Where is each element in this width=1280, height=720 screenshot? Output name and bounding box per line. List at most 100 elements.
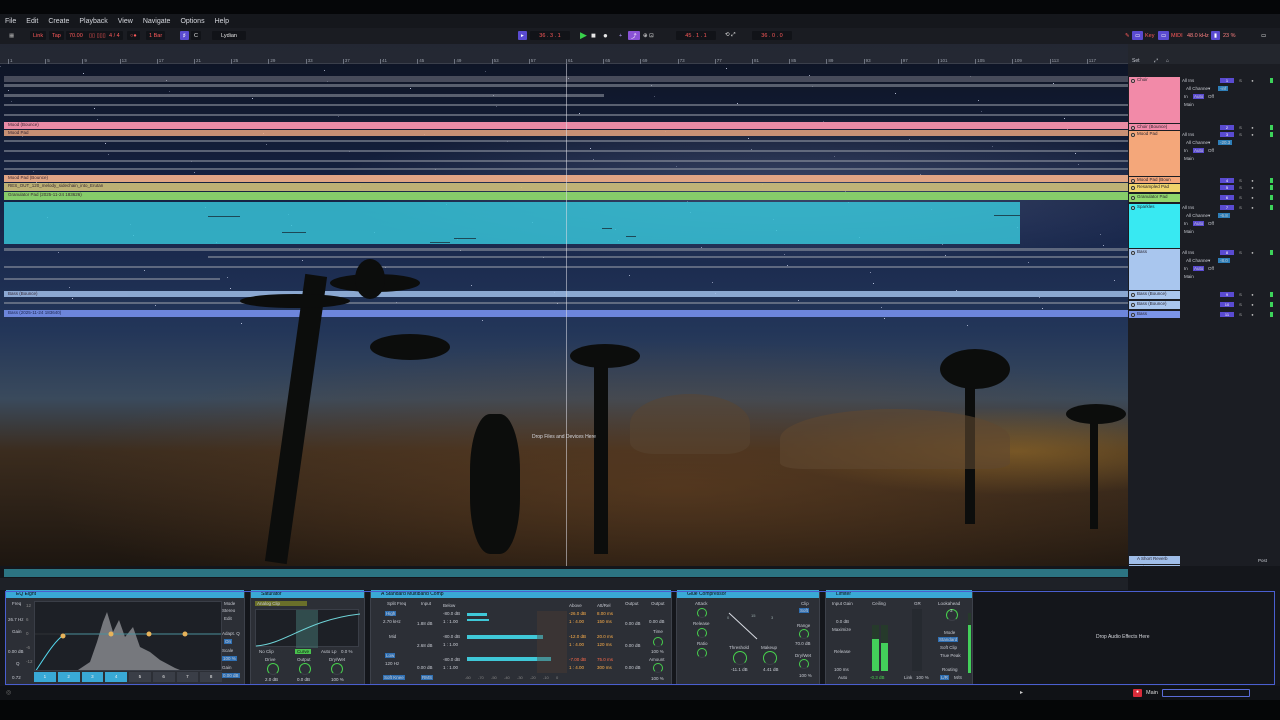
solo-s-label[interactable]: S (1236, 312, 1245, 317)
low-crossover[interactable]: 120 Hz (385, 661, 399, 666)
mid-above-threshold[interactable]: -12.0 dB (569, 634, 586, 639)
arrangement-view[interactable]: 1 5 9 13 17 21 25 29 33 37 41 45 49 53 57 61 65 69 73 77 81 8… (0, 44, 1128, 566)
cue-icon[interactable]: ● (1248, 132, 1257, 137)
midi-note[interactable] (454, 238, 476, 239)
input-type-menu[interactable]: All Ins (1182, 78, 1194, 83)
post-toggle[interactable]: Post (1258, 558, 1267, 563)
link-value[interactable]: 100 % (916, 675, 929, 680)
low-band-toggle[interactable]: Low (385, 653, 396, 658)
mid-below-threshold[interactable]: -80.0 dB (443, 634, 460, 639)
automation-arm-icon[interactable]: ⤴ (628, 31, 640, 40)
monitor-off[interactable]: Off (1208, 266, 1214, 271)
track-number[interactable]: 9 (1220, 292, 1234, 297)
mode-value[interactable]: Stereo (222, 608, 235, 613)
overdub-icon[interactable]: + (616, 31, 625, 40)
limiter-device[interactable]: Limiter Input Gain 0.0 dB Maximize Relea… (825, 590, 973, 685)
input-type-menu[interactable]: All Ins (1182, 132, 1194, 137)
mixer-track-7[interactable]: Bass (1129, 249, 1180, 290)
eq-band-1-toggle[interactable]: 1 (34, 672, 56, 682)
input-channel-menu[interactable]: All Channe▾ (1186, 258, 1210, 264)
multiband-compressor-device[interactable]: A Standard Multiband Comp Split Freq Inp… (370, 590, 672, 685)
loop-icon[interactable]: ⟲ ⤢ (722, 31, 739, 40)
set-label[interactable]: Set (1132, 58, 1140, 64)
high-below-ratio[interactable]: 1 : 1.00 (443, 619, 458, 624)
device-title[interactable]: Saturator (251, 590, 364, 598)
threshold-knob[interactable] (733, 651, 747, 665)
menu-options[interactable]: Options (175, 18, 209, 25)
eq-band-5-toggle[interactable]: 5 (129, 672, 151, 682)
input-channel-menu[interactable]: All Channe▾ (1186, 213, 1210, 219)
key-map-button[interactable]: Key (1142, 31, 1157, 40)
track-number[interactable]: 10 (1220, 302, 1234, 307)
link-button[interactable]: Link (30, 31, 47, 40)
low-attack[interactable]: 75.0 ms (597, 657, 613, 662)
eq-eight-device[interactable]: EQ Eight Freq 26.7 Hz Gain 0.00 dB Q 0.7… (5, 590, 245, 685)
low-above-threshold[interactable]: -7.00 dB (569, 657, 586, 662)
mode-standard[interactable]: Standard (938, 637, 959, 642)
output-menu[interactable]: Main (1184, 102, 1194, 107)
output-gain-value[interactable]: 0.00 dB (222, 673, 240, 678)
cue-icon[interactable]: ● (1248, 312, 1257, 317)
ratio-knob[interactable] (697, 648, 707, 658)
input-type-menu[interactable]: All Ins (1182, 205, 1194, 210)
monitor-off[interactable]: Off (1208, 94, 1214, 99)
volume-field[interactable]: -inf (1218, 86, 1229, 91)
track-activator-icon[interactable] (1131, 196, 1135, 200)
track-activator-icon[interactable] (1131, 293, 1135, 297)
menu-navigate[interactable]: Navigate (138, 18, 176, 25)
master-output[interactable]: 0.00 dB (649, 619, 665, 624)
menu-edit[interactable]: Edit (21, 18, 43, 25)
clip-mode[interactable]: No Clip (259, 649, 274, 654)
eq-band-6-toggle[interactable]: 6 (152, 672, 175, 682)
maximize-button[interactable]: Maximize (832, 627, 851, 632)
low-below-threshold[interactable]: -80.0 dB (443, 657, 460, 662)
time-signature[interactable]: 4 / 4 (106, 31, 123, 40)
resize-icon[interactable]: ⤢ (1154, 58, 1158, 64)
mixer-track-4[interactable]: Resampled Pad (1129, 184, 1180, 192)
eq-band-2-toggle[interactable]: 2 (57, 672, 80, 682)
cue-icon[interactable]: ● (1248, 250, 1257, 255)
solo-s-label[interactable]: S (1236, 302, 1245, 307)
mid-input-gain[interactable]: 2.68 dB (417, 643, 433, 648)
high-band-toggle[interactable]: High (385, 611, 397, 616)
solo-s-label[interactable]: S (1236, 78, 1245, 83)
color-curve-toggle[interactable]: Curve (295, 649, 312, 654)
pin-icon[interactable]: ⌂ (1166, 58, 1169, 64)
track-activator-icon[interactable] (1131, 251, 1135, 255)
scale-value[interactable]: 100 % (222, 656, 237, 661)
auto-release-toggle[interactable]: Auto (838, 675, 847, 680)
dry-wet-knob[interactable] (331, 663, 343, 675)
mixer-track-10[interactable]: Bass (1129, 311, 1180, 318)
high-input-gain[interactable]: 1.88 dB (417, 621, 433, 626)
solo-s-label[interactable]: S (1236, 205, 1245, 210)
auto-lowpass-value[interactable]: 0.0 % (341, 649, 353, 654)
soft-clip-toggle[interactable]: Soft (799, 608, 810, 613)
input-channel-menu[interactable]: All Channe▾ (1186, 86, 1210, 92)
mixer-track-2[interactable]: Mood Pad (1129, 131, 1180, 176)
eq-spectrum-display[interactable] (34, 601, 222, 671)
glue-compressor-device[interactable]: Glue Compressor Attack Release Ratio 0 15… (676, 590, 820, 685)
band-meter-display[interactable] (467, 611, 567, 673)
capture-icon[interactable]: ⊕ ⊡ (640, 31, 657, 40)
adaptive-q-toggle[interactable]: On (224, 639, 233, 644)
solo-s-label[interactable]: S (1236, 195, 1245, 200)
volume-field[interactable]: -20.3 (1218, 140, 1233, 145)
mixer-track-8[interactable]: Bass (Bounce) (1129, 291, 1180, 299)
menu-file[interactable]: File (0, 18, 21, 25)
cue-icon[interactable]: ● (1248, 292, 1257, 297)
soft-knee-toggle[interactable]: Soft Knee (383, 675, 405, 680)
eq-band-4-toggle[interactable]: 4 (105, 672, 127, 682)
solo-s-label[interactable]: S (1236, 292, 1245, 297)
q-value[interactable]: 0.72 (12, 675, 21, 680)
mixer-track-9[interactable]: Bass (Bounce) (1129, 301, 1180, 309)
makeup-knob[interactable] (763, 651, 777, 665)
dry-wet-knob[interactable] (799, 659, 809, 669)
track-number[interactable]: 5 (1220, 185, 1234, 190)
volume-field[interactable]: -8.0 (1218, 258, 1230, 263)
low-output[interactable]: 0.00 dB (625, 665, 641, 670)
input-gain-value[interactable]: 0.0 dB (836, 619, 849, 624)
overview-bar[interactable] (4, 569, 1128, 577)
gain-value[interactable]: 0.00 dB (8, 649, 24, 654)
routing-lr[interactable]: L/R (940, 675, 950, 680)
low-above-ratio[interactable]: 1 : 4.00 (569, 665, 584, 670)
